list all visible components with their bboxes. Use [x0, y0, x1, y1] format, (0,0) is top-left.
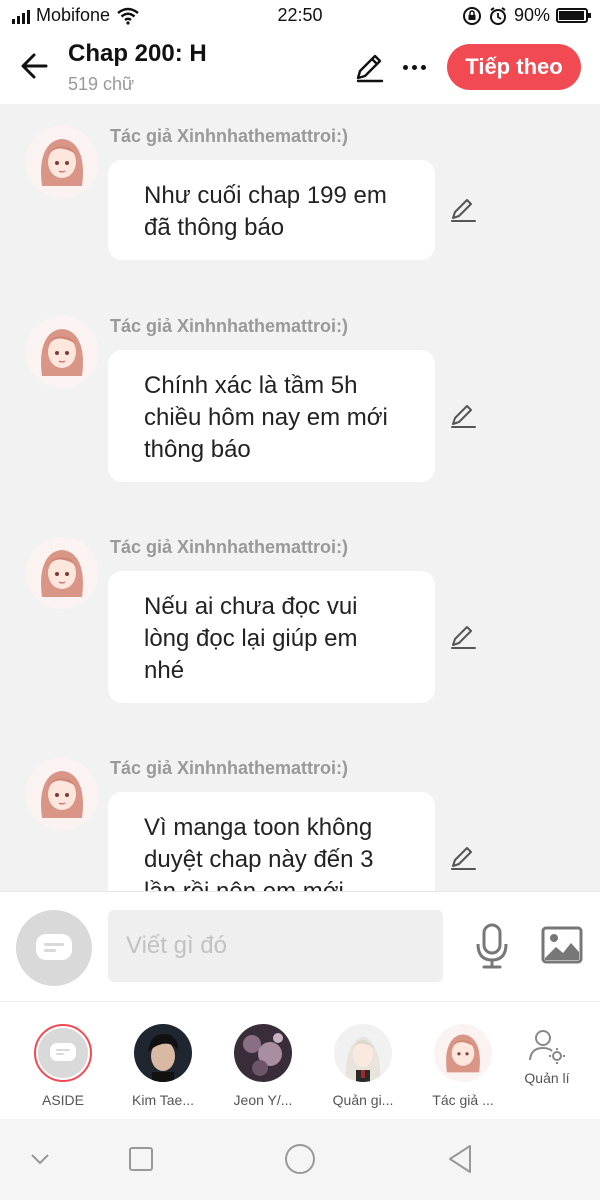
compose-bar: [0, 891, 600, 1001]
character-avatar: [334, 1024, 392, 1082]
battery-percent: 90%: [513, 5, 550, 25]
character-name: Jeon Y/...: [233, 1092, 293, 1108]
manage-characters-button[interactable]: Quản lí: [502, 1024, 592, 1086]
message-bubble[interactable]: Vì manga toon không duyệt chap này đến 3…: [108, 792, 435, 891]
message-input[interactable]: [108, 910, 443, 982]
chat-bubble-icon: [36, 934, 72, 960]
edit-message-icon[interactable]: [448, 842, 478, 872]
chapter-title: Chap 200: H: [68, 40, 207, 67]
system-nav-bar: [0, 1119, 600, 1200]
battery-fill: [559, 11, 585, 20]
sender-name: Tác giả Xinhnhathemattroi:): [110, 126, 349, 146]
sender-name: Tác giả Xinhnhathemattroi:): [110, 537, 349, 557]
character-name: Tác giả ...: [432, 1092, 494, 1108]
next-chapter-button[interactable]: Tiếp theo: [447, 44, 581, 90]
character-name: Quản lí: [524, 1070, 570, 1086]
user-settings-icon: [529, 1030, 565, 1064]
character-item-aside[interactable]: ASIDE: [18, 1024, 108, 1108]
recent-apps-icon[interactable]: [123, 1141, 159, 1177]
author-avatar[interactable]: [26, 126, 98, 198]
chat-bubble-icon: [50, 1043, 76, 1061]
title-block: Chap 200: H 519 chữ: [68, 40, 207, 95]
aside-avatar: [34, 1024, 92, 1082]
image-icon[interactable]: [541, 926, 583, 964]
author-avatar[interactable]: [26, 537, 98, 609]
message-bubble[interactable]: Như cuối chap 199 em đã thông báo: [108, 160, 435, 260]
message-bubble[interactable]: Chính xác là tầm 5h chiều hôm nay em mới…: [108, 350, 435, 482]
back-arrow-icon[interactable]: [16, 46, 56, 86]
character-item-tac-gia[interactable]: Tác giả ...: [418, 1024, 508, 1108]
character-item-quan-gia[interactable]: Quản gi...: [318, 1024, 408, 1108]
character-avatar: [134, 1024, 192, 1082]
character-selector: ASIDE Kim Tae... Jeon Y/... Quản gi... T…: [0, 1001, 600, 1119]
status-right: 90%: [462, 5, 591, 26]
edit-message-icon[interactable]: [448, 621, 478, 651]
author-avatar[interactable]: [26, 758, 98, 830]
battery-icon: [556, 8, 591, 23]
sender-name: Tác giả Xinhnhathemattroi:): [110, 758, 349, 778]
character-name: Quản gi...: [332, 1092, 394, 1108]
rotation-lock-icon: [462, 6, 481, 25]
character-item-jeon[interactable]: Jeon Y/...: [218, 1024, 308, 1108]
character-name: Kim Tae...: [132, 1092, 194, 1108]
sender-name: Tác giả Xinhnhathemattroi:): [110, 316, 349, 336]
alarm-icon: [489, 6, 506, 25]
aside-toggle-button[interactable]: [16, 910, 92, 986]
hide-keyboard-icon[interactable]: [22, 1141, 58, 1177]
chapter-header: Chap 200: H 519 chữ Tiếp theo: [0, 32, 600, 104]
character-avatar: [234, 1024, 292, 1082]
edit-pencil-icon[interactable]: [352, 50, 386, 84]
character-name: ASIDE: [41, 1092, 84, 1108]
character-avatar: [434, 1024, 492, 1082]
edit-message-icon[interactable]: [448, 194, 478, 224]
edit-message-icon[interactable]: [448, 400, 478, 430]
status-bar: Mobifone 22:50 90%: [0, 0, 600, 32]
more-options-icon[interactable]: [396, 50, 432, 84]
character-item-kim-tae[interactable]: Kim Tae...: [118, 1024, 208, 1108]
message-bubble[interactable]: Nếu ai chưa đọc vui lòng đọc lại giúp em…: [108, 571, 435, 703]
author-avatar[interactable]: [26, 316, 98, 388]
message-list[interactable]: Tác giả Xinhnhathemattroi:) Như cuối cha…: [0, 104, 600, 891]
word-count: 519 chữ: [68, 74, 135, 94]
home-icon[interactable]: [282, 1141, 318, 1177]
back-nav-icon[interactable]: [442, 1141, 478, 1177]
microphone-icon[interactable]: [472, 922, 512, 970]
